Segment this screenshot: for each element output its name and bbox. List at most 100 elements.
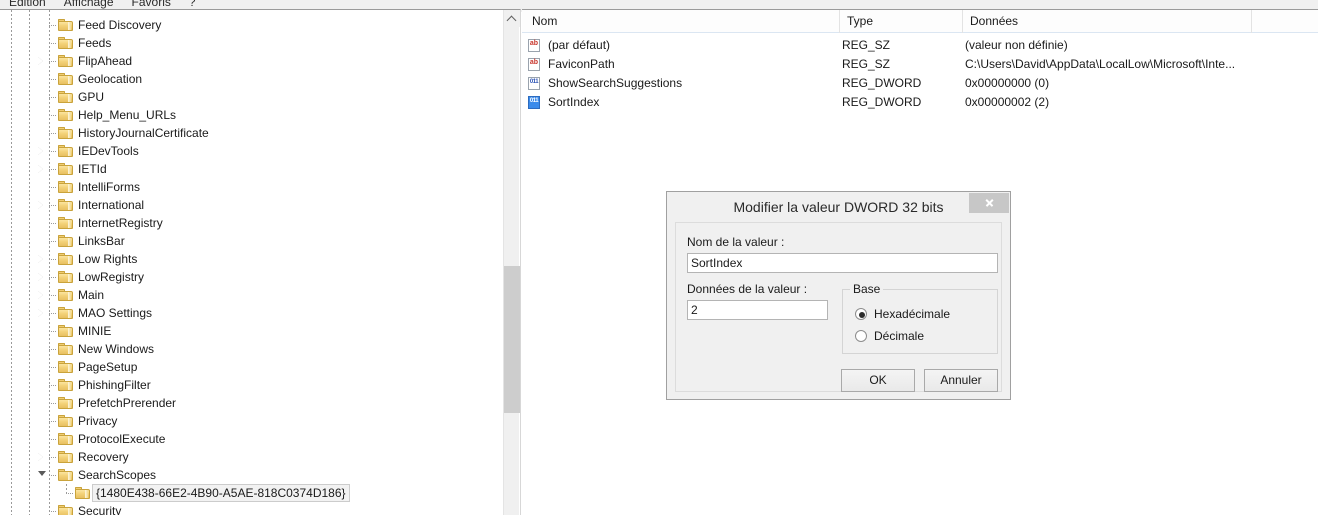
tree-item-iedevtools[interactable]: IEDevTools <box>0 142 505 160</box>
tree-item-prefetchprerender[interactable]: PrefetchPrerender <box>0 394 505 412</box>
folder-icon <box>58 55 73 67</box>
value-name-label: Nom de la valeur : <box>687 235 785 249</box>
tree-connector <box>66 493 74 494</box>
folder-icon <box>58 379 73 391</box>
ok-button[interactable]: OK <box>841 369 915 392</box>
folder-icon <box>58 343 73 355</box>
string-value-icon: ab <box>528 58 543 73</box>
tree-item-label: Security <box>78 504 122 515</box>
tree-connector <box>49 331 57 332</box>
cell-type: REG_DWORD <box>842 76 922 90</box>
tree-item-flipahead[interactable]: FlipAhead <box>0 52 505 70</box>
chevron-right-icon[interactable] <box>38 201 43 209</box>
tree-item-pagesetup[interactable]: PageSetup <box>0 358 505 376</box>
radio-dot-icon <box>855 308 867 320</box>
radio-decimal[interactable]: Décimale <box>855 327 924 345</box>
chevron-right-icon[interactable] <box>38 309 43 317</box>
tree-item-privacy[interactable]: Privacy <box>0 412 505 430</box>
registry-key-tree[interactable]: Feed Discovery Feeds FlipAhead Geolocation G… <box>0 10 505 515</box>
tree-item-phishingfilter[interactable]: PhishingFilter <box>0 376 505 394</box>
tree-item-maosettings[interactable]: MAO Settings <box>0 304 505 322</box>
tree-item-historyjournalcertificate[interactable]: HistoryJournalCertificate <box>0 124 505 142</box>
table-row[interactable]: ab (par défaut) REG_SZ (valeur non définie) <box>522 36 1318 55</box>
tree-item-label: HistoryJournalCertificate <box>78 126 209 140</box>
tree-item-internetregistry[interactable]: InternetRegistry <box>0 214 505 232</box>
tree-item-lowrights[interactable]: Low Rights <box>0 250 505 268</box>
column-header-name[interactable]: Nom <box>525 10 840 33</box>
tree-vertical-scrollbar[interactable] <box>503 10 520 515</box>
chevron-down-icon[interactable] <box>38 471 46 476</box>
tree-connector <box>49 367 57 368</box>
tree-item-label: Main <box>78 288 105 302</box>
table-row[interactable]: 011 ShowSearchSuggestions REG_DWORD 0x00000… <box>522 74 1318 93</box>
tree-item-feeds[interactable]: Feeds <box>0 34 505 52</box>
tree-item-1480e43866e24b90a5ae818c0374d186[interactable]: {1480E438-66E2-4B90-A5AE-818C0374D186} <box>0 484 505 502</box>
folder-icon <box>58 505 73 515</box>
column-header-data[interactable]: Données <box>963 10 1252 33</box>
tree-item-helpmenuurls[interactable]: Help_Menu_URLs <box>0 106 505 124</box>
tree-item-ietid[interactable]: IETId <box>0 160 505 178</box>
tree-item-protocolexecute[interactable]: ProtocolExecute <box>0 430 505 448</box>
chevron-right-icon[interactable] <box>38 291 43 299</box>
chevron-right-icon[interactable] <box>38 147 43 155</box>
folder-icon <box>58 397 73 409</box>
tree-item-lowregistry[interactable]: LowRegistry <box>0 268 505 286</box>
tree-item-security[interactable]: Security <box>0 502 505 515</box>
table-row[interactable]: ab FaviconPath REG_SZ C:\Users\David\AppDat… <box>522 55 1318 74</box>
tree-item-label: PageSetup <box>78 360 138 374</box>
tree-connector <box>49 115 57 116</box>
radio-hexadecimal[interactable]: Hexadécimale <box>855 305 950 323</box>
tree-guide-line <box>66 484 67 493</box>
tree-item-recovery[interactable]: Recovery <box>0 448 505 466</box>
tree-item-label: Feeds <box>78 36 112 50</box>
cancel-button[interactable]: Annuler <box>924 369 998 392</box>
tree-connector <box>49 97 57 98</box>
tree-item-label: FlipAhead <box>78 54 133 68</box>
chevron-right-icon[interactable] <box>38 273 43 281</box>
tree-connector <box>49 439 57 440</box>
cell-data: C:\Users\David\AppData\LocalLow\Microsof… <box>965 57 1236 71</box>
registry-key-tree-pane: Feed Discovery Feeds FlipAhead Geolocation G… <box>0 9 521 515</box>
tree-item-main[interactable]: Main <box>0 286 505 304</box>
radio-decimal-label: Décimale <box>874 329 925 343</box>
chevron-right-icon[interactable] <box>38 165 43 173</box>
folder-icon <box>58 109 73 121</box>
tree-item-geolocation[interactable]: Geolocation <box>0 70 505 88</box>
tree-item-label: IntelliForms <box>78 180 141 194</box>
folder-icon <box>58 235 73 247</box>
tree-item-minie[interactable]: MINIE <box>0 322 505 340</box>
dialog-title-bar[interactable]: Modifier la valeur DWORD 32 bits <box>667 192 1010 221</box>
tree-item-feeddiscovery[interactable]: Feed Discovery <box>0 16 505 34</box>
tree-item-label: PhishingFilter <box>78 378 151 392</box>
dword-value-icon: 011 <box>528 77 543 92</box>
tree-item-newwindows[interactable]: New Windows <box>0 340 505 358</box>
tree-item-label: {1480E438-66E2-4B90-A5AE-818C0374D186} <box>92 484 350 502</box>
tree-item-international[interactable]: International <box>0 196 505 214</box>
cell-data: (valeur non définie) <box>965 38 1068 52</box>
tree-item-linksbar[interactable]: LinksBar <box>0 232 505 250</box>
base-group-label: Base <box>850 282 884 296</box>
close-icon[interactable] <box>969 193 1009 213</box>
cell-type: REG_SZ <box>842 57 891 71</box>
value-data-input[interactable] <box>687 300 828 320</box>
scrollbar-thumb[interactable] <box>504 266 520 413</box>
folder-icon <box>58 73 73 85</box>
column-header-empty[interactable] <box>1252 10 1318 33</box>
chevron-right-icon[interactable] <box>38 57 43 65</box>
chevron-right-icon[interactable] <box>38 255 43 263</box>
scroll-up-button[interactable] <box>504 10 520 27</box>
value-name-input[interactable] <box>687 253 998 273</box>
chevron-right-icon[interactable] <box>38 453 43 461</box>
table-row[interactable]: 011 SortIndex REG_DWORD 0x00000002 (2) <box>522 93 1318 112</box>
tree-item-label: PrefetchPrerender <box>78 396 177 410</box>
tree-connector <box>49 223 57 224</box>
column-header-type[interactable]: Type <box>840 10 963 33</box>
tree-item-searchscopes[interactable]: SearchScopes <box>0 466 505 484</box>
registry-editor-window: Edition Affichage Favoris? Feed Discovery F… <box>0 0 1318 515</box>
tree-item-gpu[interactable]: GPU <box>0 88 505 106</box>
folder-icon <box>58 271 73 283</box>
edit-dword-dialog: Modifier la valeur DWORD 32 bits Nom de … <box>666 191 1011 400</box>
folder-icon <box>58 163 73 175</box>
cell-name: FaviconPath <box>548 57 615 71</box>
tree-item-intelliforms[interactable]: IntelliForms <box>0 178 505 196</box>
